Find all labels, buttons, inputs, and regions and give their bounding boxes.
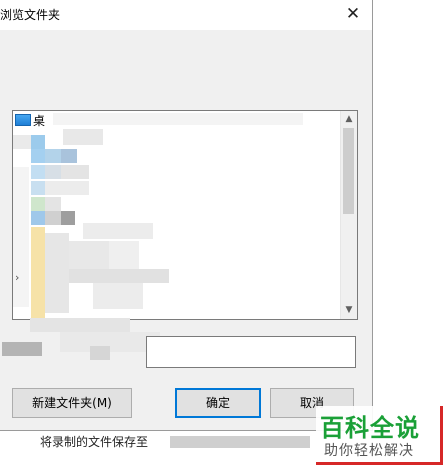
- tree-item-desktop[interactable]: 桌: [13, 111, 45, 129]
- folder-label-blurred: [2, 342, 42, 356]
- browse-folder-dialog: 浏览文件夹 ✕ 桌 › ▲ ▼ 新建文件夹(M) 确定 取消: [0, 0, 373, 431]
- watermark-subtitle: 助你轻松解决: [324, 443, 414, 459]
- new-folder-button[interactable]: 新建文件夹(M): [12, 388, 132, 418]
- scroll-thumb[interactable]: [343, 128, 354, 214]
- title-bar: 浏览文件夹 ✕: [0, 0, 372, 30]
- watermark: 百科全说 助你轻松解决: [316, 406, 443, 465]
- background-blurred-text: [170, 436, 310, 448]
- folder-tree[interactable]: 桌 › ▲ ▼: [12, 110, 358, 320]
- desktop-icon: [15, 114, 31, 126]
- folder-name-input[interactable]: [146, 336, 356, 368]
- background-save-label: 将录制的文件保存至: [40, 435, 149, 449]
- ok-button[interactable]: 确定: [175, 388, 261, 418]
- scroll-up-icon[interactable]: ▲: [341, 111, 357, 128]
- watermark-title: 百科全说: [320, 414, 420, 442]
- vertical-scrollbar[interactable]: ▲ ▼: [340, 111, 357, 319]
- tree-item-label: 桌: [33, 113, 46, 128]
- chevron-right-icon[interactable]: ›: [15, 271, 19, 284]
- close-icon[interactable]: ✕: [340, 2, 366, 26]
- scroll-down-icon[interactable]: ▼: [341, 302, 357, 319]
- dialog-title: 浏览文件夹: [0, 8, 61, 22]
